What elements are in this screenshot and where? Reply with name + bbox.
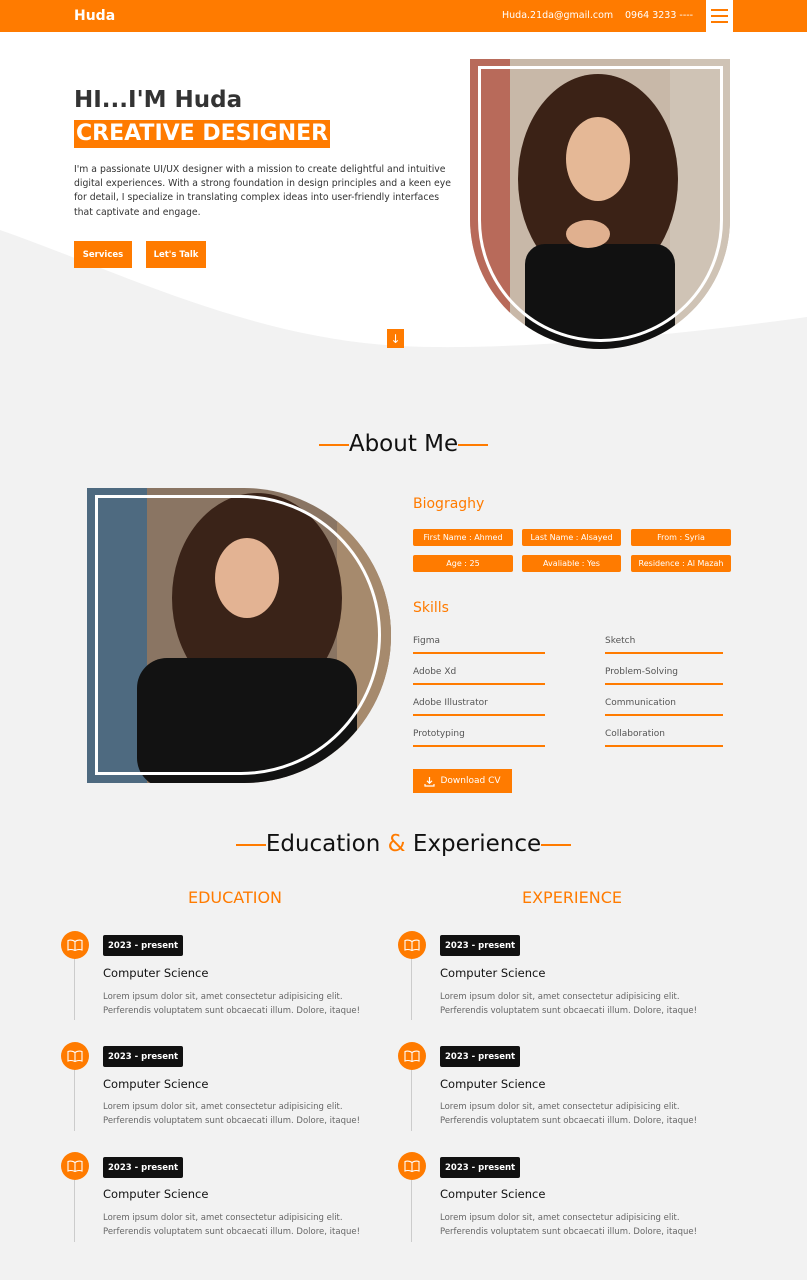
about-photo-frame (95, 495, 381, 775)
book-icon (61, 931, 89, 959)
services-button[interactable]: Services (74, 241, 132, 268)
timeline-line (411, 1069, 412, 1131)
bio-pill: Last Name : Alsayed (522, 529, 621, 546)
timeline-line (74, 1180, 75, 1242)
bio-pill: First Name : Ahmed (413, 529, 513, 546)
entry-text: Lorem ipsum dolor sit, amet consectetur … (103, 1213, 343, 1223)
skill-item: Collaboration (605, 729, 723, 747)
date-badge: 2023 - present (103, 935, 184, 956)
hero-portrait-frame (478, 66, 723, 342)
hero-description: I'm a passionate UI/UX designer with a m… (74, 164, 452, 218)
entry-text: Perferendis voluptatem sunt obcaecati il… (103, 1116, 360, 1126)
biography-title: Biograghy (413, 496, 485, 512)
skill-item: Sketch (605, 636, 723, 654)
edu-exp-title: Education & Experience (0, 831, 807, 857)
entry-text: Lorem ipsum dolor sit, amet consectetur … (103, 1102, 343, 1112)
book-icon (398, 1042, 426, 1070)
entry-title: Computer Science (440, 1187, 546, 1201)
entry-text: Lorem ipsum dolor sit, amet consectetur … (440, 1102, 680, 1112)
book-icon (398, 1152, 426, 1180)
entry-text: Perferendis voluptatem sunt obcaecati il… (440, 1006, 697, 1016)
skill-item: Problem-Solving (605, 667, 723, 685)
skills-title: Skills (413, 600, 449, 616)
skill-item: Prototyping (413, 729, 545, 747)
bio-pill: From : Syria (631, 529, 731, 546)
book-icon (61, 1152, 89, 1180)
skill-item: Adobe Xd (413, 667, 545, 685)
timeline-line (74, 958, 75, 1020)
navbar: Huda Huda.21da@gmail.com 0964 3233 ---- (0, 0, 807, 32)
book-icon (61, 1042, 89, 1070)
entry-text: Lorem ipsum dolor sit, amet consectetur … (440, 992, 680, 1002)
education-title: EDUCATION (187, 888, 283, 907)
date-badge: 2023 - present (440, 1046, 521, 1067)
experience-title: EXPERIENCE (521, 888, 623, 907)
bio-pill: Residence : Al Mazah (631, 555, 731, 572)
entry-title: Computer Science (103, 1187, 209, 1201)
date-badge: 2023 - present (103, 1046, 184, 1067)
entry-text: Perferendis voluptatem sunt obcaecati il… (103, 1006, 360, 1016)
lets-talk-button[interactable]: Let's Talk (146, 241, 206, 268)
logo[interactable]: Huda (74, 8, 115, 24)
entry-text: Perferendis voluptatem sunt obcaecati il… (440, 1116, 697, 1126)
arrow-down-icon[interactable]: ↓ (387, 329, 404, 348)
date-badge: 2023 - present (440, 935, 521, 956)
skill-item: Communication (605, 698, 723, 716)
timeline-line (411, 958, 412, 1020)
hamburger-icon[interactable] (706, 0, 733, 32)
entry-title: Computer Science (103, 1077, 209, 1091)
about-title: About Me (0, 431, 807, 457)
entry-text: Lorem ipsum dolor sit, amet consectetur … (440, 1213, 680, 1223)
entry-title: Computer Science (103, 966, 209, 980)
download-icon (424, 776, 436, 787)
hero-greeting: HI...I'M Huda (74, 87, 243, 113)
timeline-line (411, 1180, 412, 1242)
entry-title: Computer Science (440, 966, 546, 980)
entry-text: Perferendis voluptatem sunt obcaecati il… (103, 1227, 360, 1237)
hero-role: CREATIVE DESIGNER (74, 120, 331, 148)
entry-title: Computer Science (440, 1077, 546, 1091)
nav-phone[interactable]: 0964 3233 ---- (625, 10, 693, 21)
skill-item: Figma (413, 636, 545, 654)
download-cv-button[interactable]: Download CV (413, 769, 512, 793)
nav-email[interactable]: Huda.21da@gmail.com (502, 10, 613, 21)
timeline-line (74, 1069, 75, 1131)
bio-pill: Age : 25 (413, 555, 513, 572)
date-badge: 2023 - present (440, 1157, 521, 1178)
book-icon (398, 931, 426, 959)
entry-text: Lorem ipsum dolor sit, amet consectetur … (103, 992, 343, 1002)
date-badge: 2023 - present (103, 1157, 184, 1178)
bio-pill: Avaliable : Yes (522, 555, 621, 572)
entry-text: Perferendis voluptatem sunt obcaecati il… (440, 1227, 697, 1237)
skill-item: Adobe Illustrator (413, 698, 545, 716)
